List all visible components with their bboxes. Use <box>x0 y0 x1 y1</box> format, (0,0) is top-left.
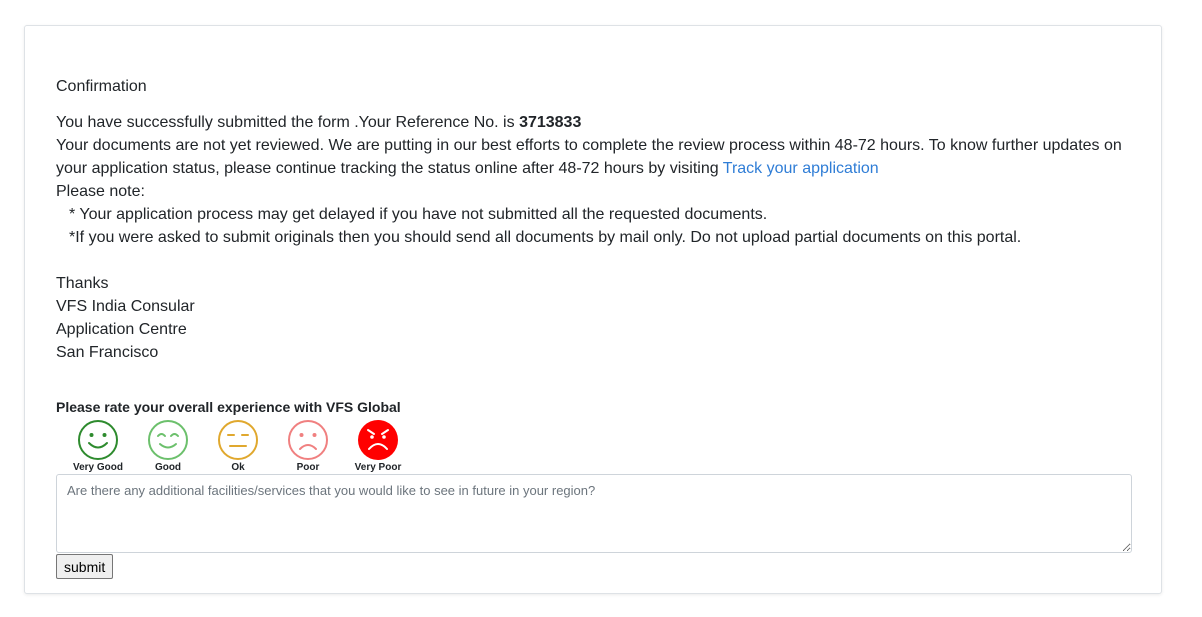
rating-poor[interactable]: Poor <box>273 419 343 473</box>
signature-line: VFS India Consular <box>56 298 195 315</box>
reference-number: 3713833 <box>519 114 582 131</box>
rating-label: Poor <box>296 462 320 473</box>
signature-line: Thanks <box>56 275 109 292</box>
rating-options: Very Good Good Ok Poor Very Poor <box>63 419 413 473</box>
page-title: Confirmation <box>56 78 147 95</box>
rating-ok[interactable]: Ok <box>203 419 273 473</box>
very-good-smiley-icon <box>78 420 118 460</box>
good-smiley-icon <box>148 420 188 460</box>
signature-line: Application Centre <box>56 321 187 338</box>
rating-good[interactable]: Good <box>133 419 203 473</box>
feedback-textarea[interactable] <box>56 474 1132 553</box>
confirmation-content: Confirmation You have successfully submi… <box>56 76 1136 364</box>
rating-label: Good <box>154 462 182 473</box>
track-application-link[interactable]: Track your application <box>723 160 879 177</box>
note-item: *If you were asked to submit originals t… <box>69 229 1022 246</box>
poor-sad-face-icon <box>288 420 328 460</box>
very-poor-angry-face-icon <box>358 420 398 460</box>
reference-prefix: You have successfully submitted the form… <box>56 114 520 131</box>
rating-very-poor[interactable]: Very Poor <box>343 419 413 473</box>
ok-neutral-face-icon <box>218 420 258 460</box>
review-status-body: Your documents are not yet reviewed. We … <box>56 137 1122 177</box>
note-item: * Your application process may get delay… <box>69 206 768 223</box>
signature-line: San Francisco <box>56 344 159 361</box>
rating-label: Ok <box>231 462 245 473</box>
please-note-label: Please note: <box>56 183 145 200</box>
rating-label: Very Poor <box>354 462 402 473</box>
rating-title: Please rate your overall experience with… <box>56 399 401 415</box>
submit-button[interactable]: submit <box>56 554 114 579</box>
reference-line: You have successfully submitted the form… <box>56 111 1136 134</box>
confirmation-card: Confirmation You have successfully submi… <box>24 25 1162 594</box>
rating-label: Very Good <box>72 462 123 473</box>
rating-very-good[interactable]: Very Good <box>63 419 133 473</box>
review-status-text: Your documents are not yet reviewed. We … <box>56 134 1136 180</box>
